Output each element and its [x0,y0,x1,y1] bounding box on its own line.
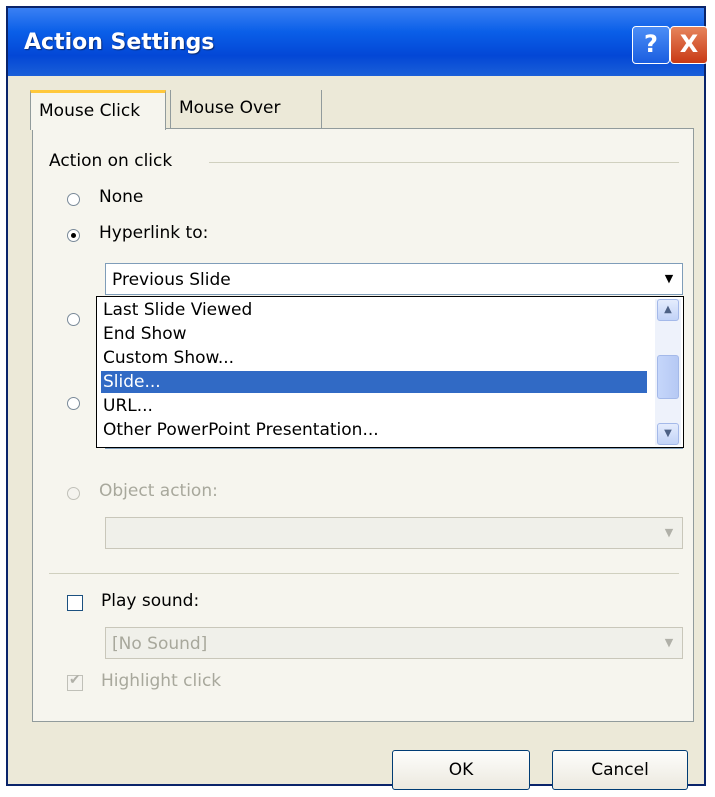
window-title: Action Settings [24,30,215,55]
help-icon: ? [644,30,658,58]
group-divider [209,162,679,163]
list-item-selected[interactable]: Slide... [101,371,647,393]
help-button[interactable]: ? [632,26,670,64]
radio-run-macro[interactable] [67,397,80,410]
chevron-down-icon: ▼ [664,526,674,539]
list-item[interactable]: URL... [101,395,647,417]
cancel-label: Cancel [591,760,649,780]
list-item-label: Custom Show... [103,348,235,368]
play-sound-label: Play sound: [101,591,200,611]
scrollbar-thumb[interactable] [657,355,679,399]
radio-object-action[interactable] [67,487,80,500]
list-item-label: URL... [103,396,153,416]
chevron-down-icon[interactable]: ▼ [658,266,680,292]
sound-combo-value: [No Sound] [112,634,208,654]
list-item-label: End Show [103,324,187,344]
close-icon: X [679,30,699,58]
list-item[interactable]: Other PowerPoint Presentation... [101,419,647,441]
hyperlink-dropdown-list[interactable]: Last Slide Viewed End Show Custom Show..… [96,296,684,448]
chevron-down-icon: ▼ [664,636,674,649]
hyperlink-combo-value: Previous Slide [112,270,231,290]
list-item[interactable]: Custom Show... [101,347,647,369]
dropdown-scrollbar[interactable]: ▲ ▼ [655,299,681,445]
radio-object-action-label: Object action: [99,481,218,501]
play-sound-checkbox[interactable] [67,595,83,611]
highlight-click-checkbox[interactable]: ✔ [67,672,83,691]
section-separator [49,573,679,574]
list-item-label: Last Slide Viewed [103,300,253,320]
chevron-up-icon[interactable]: ▲ [657,299,679,321]
close-button[interactable]: X [670,26,708,64]
radio-hyperlink-label: Hyperlink to: [99,223,209,243]
tab-mouse-click[interactable]: Mouse Click [30,90,166,130]
object-action-combo[interactable]: ▼ [105,517,683,549]
list-item[interactable]: Last Slide Viewed [101,299,647,321]
ok-button[interactable]: OK [392,750,530,790]
group-label-action-on-click: Action on click [49,151,173,171]
ok-label: OK [448,760,474,780]
sound-combo[interactable]: [No Sound] ▼ [105,627,683,659]
hyperlink-combo[interactable]: Previous Slide ▼ [105,263,683,295]
list-item-label: Other PowerPoint Presentation... [103,420,379,440]
radio-hyperlink[interactable] [67,229,80,242]
title-bar[interactable]: Action Settings ? X [8,8,708,76]
list-item-label: Slide... [103,372,161,392]
checkmark-icon: ✔ [69,672,81,688]
tab-label: Mouse Over [179,98,281,118]
radio-run-program[interactable] [67,313,80,326]
radio-none-label: None [99,187,144,207]
highlight-click-label: Highlight click [101,671,222,691]
cancel-button[interactable]: Cancel [552,750,688,790]
tab-mouse-over[interactable]: Mouse Over [170,90,322,130]
list-item[interactable]: End Show [101,323,647,345]
tab-label: Mouse Click [39,101,141,121]
chevron-down-icon[interactable]: ▼ [657,423,679,445]
radio-none[interactable] [67,193,80,206]
